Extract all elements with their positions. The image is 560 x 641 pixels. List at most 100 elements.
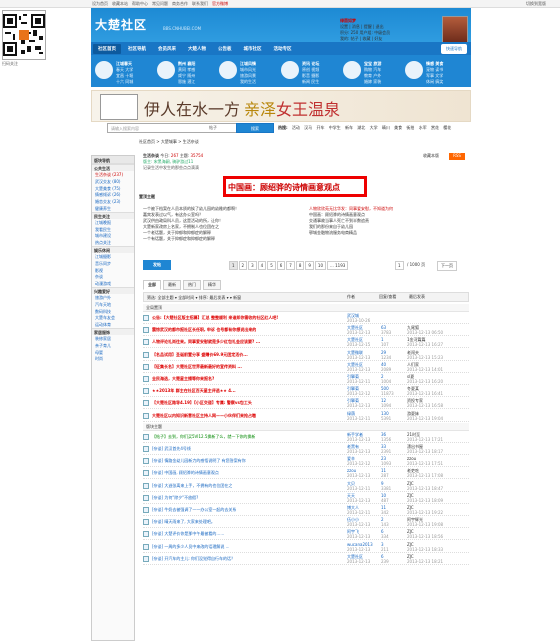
rss-button[interactable]: RSS: [449, 153, 465, 160]
switch-width-link[interactable]: 切换到宽版: [526, 1, 546, 7]
sidebar-item[interactable]: 热点关注: [92, 239, 134, 246]
page-link[interactable]: 1: [229, 261, 238, 270]
search-button[interactable]: 搜索: [236, 123, 274, 133]
thread-title[interactable]: [杂谈] 牛奶去被强调了——办公室一起的去关系: [152, 507, 236, 513]
thread-title[interactable]: [杂谈] 开汽车的主儿: 你们没觉得自行车的话？: [152, 556, 235, 562]
hot-word[interactable]: 晴川: [382, 125, 390, 130]
tab-digest[interactable]: 精华: [203, 280, 221, 290]
sidebar-item[interactable]: 数码科技: [92, 308, 134, 315]
page-link[interactable]: 3: [248, 261, 257, 270]
hot-word[interactable]: 中学生: [329, 125, 341, 130]
top-topic-link[interactable]: 一个有话题，关于抑郁症和抑郁症的解释: [143, 236, 215, 242]
sidebar-item[interactable]: 母婴: [92, 349, 134, 356]
post-button[interactable]: 发帖: [143, 260, 171, 270]
sidebar-group-title[interactable]: 公共生活: [92, 164, 134, 171]
breadcrumb[interactable]: 社区首页 > 大楚城事 > 生活杂谈: [139, 139, 199, 145]
quick-nav-button[interactable]: 快速导航: [441, 44, 467, 54]
hot-word[interactable]: 樱花: [443, 125, 451, 130]
sidebar-item[interactable]: 汽车天地: [92, 301, 134, 308]
sidebar-item[interactable]: 装修家居: [92, 335, 134, 342]
nav-item[interactable]: 公告板: [213, 44, 237, 54]
sidebar-item[interactable]: 旅游户外: [92, 294, 134, 301]
page-link[interactable]: ... 1193: [327, 261, 349, 270]
top-link[interactable]: 帮助中心: [132, 1, 148, 7]
sidebar-item[interactable]: 生活杂谈 (237): [92, 171, 134, 178]
subnav-link[interactable]: 婚嫁 家装: [364, 79, 381, 85]
sidebar-group-title[interactable]: 兴趣爱好: [92, 286, 134, 294]
sidebar-group-title[interactable]: 家居服饰: [92, 327, 134, 335]
thread-title[interactable]: 人物评论礼尚往来。同事爱安慰就是多少红包礼金应该要? ...: [152, 339, 260, 345]
thread-title[interactable]: 【大楚社区路导4.19】【小区交道】专属: 警察vs包工头: [152, 400, 252, 406]
sidebar-item[interactable]: 大楚车友会: [92, 314, 134, 321]
sidebar-item[interactable]: 健康养生: [92, 205, 134, 212]
search-type-select[interactable]: 帖子: [209, 125, 217, 131]
nav-item[interactable]: 社区导航: [123, 44, 151, 54]
nav-item[interactable]: 社区首页: [93, 43, 121, 54]
sidebar-item[interactable]: 杂谈: [92, 273, 134, 280]
nav-item[interactable]: 活动专区: [269, 44, 297, 54]
page-link[interactable]: 2: [238, 261, 248, 270]
thread-title[interactable]: [杂谈] 为何"除夕"不放假?: [152, 495, 198, 501]
hot-word[interactable]: 街拍: [406, 125, 414, 130]
page-link[interactable]: 9: [305, 261, 314, 270]
top-link[interactable]: 设为首页: [92, 1, 108, 7]
next-page-button[interactable]: 下一页: [437, 261, 457, 271]
hot-word[interactable]: 活动: [292, 125, 300, 130]
page-link[interactable]: 8: [295, 261, 305, 270]
thread-title[interactable]: [杂谈] 大逃张离来上手，不拥有的也位团在之: [152, 483, 232, 489]
top-link[interactable]: 常见问题: [152, 1, 168, 7]
page-link[interactable]: 6: [276, 261, 286, 270]
sidebar-item[interactable]: 江城晚报: [92, 219, 134, 226]
page-link[interactable]: 10: [314, 261, 327, 270]
thread-title[interactable]: [杂谈] 大楚评价你是那中午最被看的……: [152, 531, 224, 537]
top-link[interactable]: 联系我们: [192, 1, 208, 7]
sidebar-item[interactable]: 城市建设: [92, 232, 134, 239]
tab-new[interactable]: 最新: [163, 280, 181, 290]
tab-hot[interactable]: 热门: [183, 280, 201, 290]
thread-title[interactable]: [杂谈] 中国画, 顾绍骅的诗情画意观点: [152, 470, 219, 476]
sidebar-item[interactable]: 运动体育: [92, 321, 134, 328]
thread-title[interactable]: [杂谈] 武汉首先4号线: [152, 446, 191, 452]
subnav-link[interactable]: 恩施 潜江: [178, 79, 195, 85]
hot-word[interactable]: 大学: [370, 125, 378, 130]
search-input[interactable]: 请输入搜索内容: [107, 123, 253, 133]
site-logo[interactable]: 大楚社区: [95, 16, 147, 33]
ad-banner[interactable]: 伊人在水一方 亲泽女王温泉: [91, 90, 471, 122]
thread-title[interactable]: 大楚社区以内知识新意社区主持人网——小伙伴们来抢占嗷: [152, 413, 256, 419]
sidebar-item[interactable]: 江城摄影: [92, 253, 134, 260]
sidebar-item[interactable]: 动漫游戏: [92, 280, 134, 287]
sidebar-item[interactable]: 音乐同步: [92, 260, 134, 267]
thread-title[interactable]: [杂谈] 晴天雨来了, 大家来处理吧。: [152, 519, 215, 525]
nav-item[interactable]: 大楚人物: [183, 44, 211, 54]
nav-item[interactable]: 城市社区: [239, 44, 267, 54]
hot-word[interactable]: 汉马: [304, 125, 312, 130]
sidebar-group-title[interactable]: 民生关注: [92, 211, 134, 219]
hot-word[interactable]: 湖北: [357, 125, 365, 130]
sidebar-item[interactable]: 情感倾诉 (26): [92, 191, 134, 198]
sidebar-group-title[interactable]: 娱乐休闲: [92, 245, 134, 253]
thread-title[interactable]: 【征集长名】大楚社区世界最新最好的宣传资料 ...: [152, 364, 242, 370]
top-link[interactable]: 收藏本站: [112, 1, 128, 7]
sidebar-item[interactable]: 婚恋交友 (23): [92, 198, 134, 205]
thread-title[interactable]: 【名品试用】圣诞前置分享 盛赠价69.9元团定活价...: [152, 352, 248, 358]
thread-title[interactable]: [杂谈] 情路金幼儿园新力的感悟说明了 有您答案有你: [152, 458, 246, 464]
sidebar-item[interactable]: 亲子育儿: [92, 342, 134, 349]
page-link[interactable]: 4: [257, 261, 267, 270]
thread-title[interactable]: 公告:【大楚社区版主招募】汇总 整整顺利 来谁邦你需收的社区红人吧!: [152, 315, 278, 321]
subnav-link[interactable]: 休闲 搞笑: [426, 79, 443, 85]
tab-all[interactable]: 全部: [143, 280, 161, 290]
thread-title[interactable]: 全民海选，大楚星主播等你来报名?: [152, 376, 214, 382]
hot-word[interactable]: 新车: [345, 125, 353, 130]
page-link[interactable]: 5: [267, 261, 276, 270]
thread-title[interactable]: 震惊武汉的都市报社区长任职, 申诉 也号都有你想说出来的: [152, 327, 256, 333]
top-link[interactable]: 商务合作: [172, 1, 188, 7]
page-input[interactable]: 1: [395, 261, 404, 270]
sidebar-item[interactable]: 影视: [92, 267, 134, 274]
hot-word[interactable]: 美食: [394, 125, 402, 130]
thread-title[interactable]: 【帖子】去到，你们买5VI12.5换新了么，就一下你的换新: [152, 434, 255, 440]
sidebar-item[interactable]: 武汉交友 (80): [92, 178, 134, 185]
sidebar-item[interactable]: 我看民生: [92, 226, 134, 233]
hot-word[interactable]: 水军: [419, 125, 427, 130]
sidebar-item[interactable]: 大楚美食 (75): [92, 185, 134, 192]
top-link[interactable]: 官方微博: [212, 1, 228, 7]
